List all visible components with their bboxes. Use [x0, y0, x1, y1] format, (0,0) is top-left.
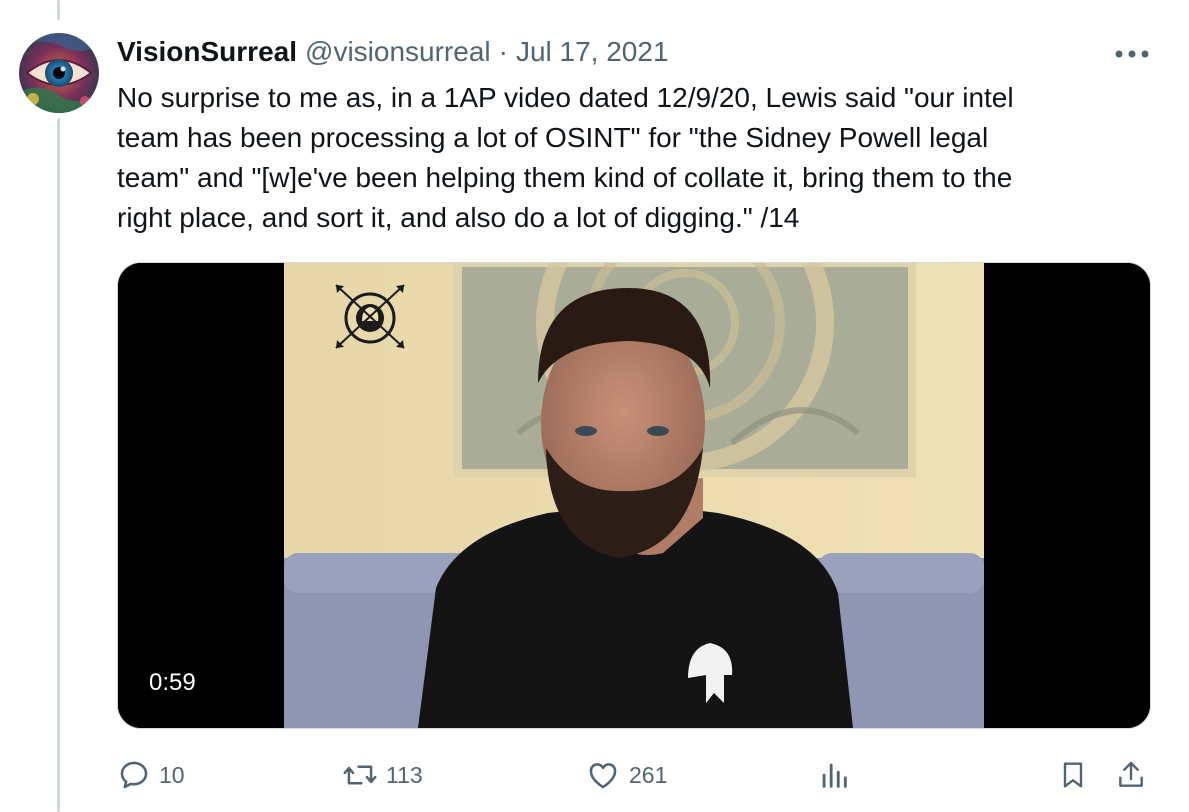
thread-connector-top	[57, 0, 60, 20]
like-count: 261	[629, 761, 668, 788]
header-separator: ·	[498, 36, 508, 67]
more-dots-icon	[1115, 50, 1149, 58]
views-button[interactable]	[817, 752, 851, 798]
avatar[interactable]	[19, 33, 99, 113]
tweet-date[interactable]: Jul 17, 2021	[516, 36, 669, 68]
retweet-icon	[343, 765, 377, 785]
user-handle[interactable]: @visionsurreal	[305, 36, 491, 68]
video-frame	[118, 263, 1150, 728]
like-button[interactable]: 261	[585, 752, 667, 798]
bookmark-icon	[1063, 762, 1083, 788]
video-player[interactable]	[117, 262, 1151, 729]
tweet-actions-bar: 10 113 261	[117, 752, 1157, 798]
heart-icon	[589, 763, 617, 789]
display-name[interactable]: VisionSurreal	[117, 36, 297, 68]
retweet-button[interactable]: 113	[342, 752, 423, 798]
more-options-button[interactable]	[1110, 40, 1154, 68]
tweet-header: VisionSurreal @visionsurreal · Jul 17, 2…	[117, 34, 669, 70]
reply-button[interactable]: 10	[117, 752, 185, 798]
tweet-text: No surprise to me as, in a 1AP video dat…	[117, 82, 1014, 233]
video-duration-badge: 0:59	[137, 663, 208, 703]
share-icon	[1119, 761, 1143, 787]
thread-connector-bottom	[57, 118, 60, 812]
bookmark-button[interactable]	[1057, 752, 1089, 798]
retweet-count: 113	[386, 761, 423, 788]
views-chart-icon	[822, 763, 847, 788]
avatar-eye-image	[19, 33, 99, 113]
share-button[interactable]	[1115, 752, 1147, 798]
reply-count: 10	[159, 761, 185, 788]
reply-icon	[120, 761, 148, 789]
